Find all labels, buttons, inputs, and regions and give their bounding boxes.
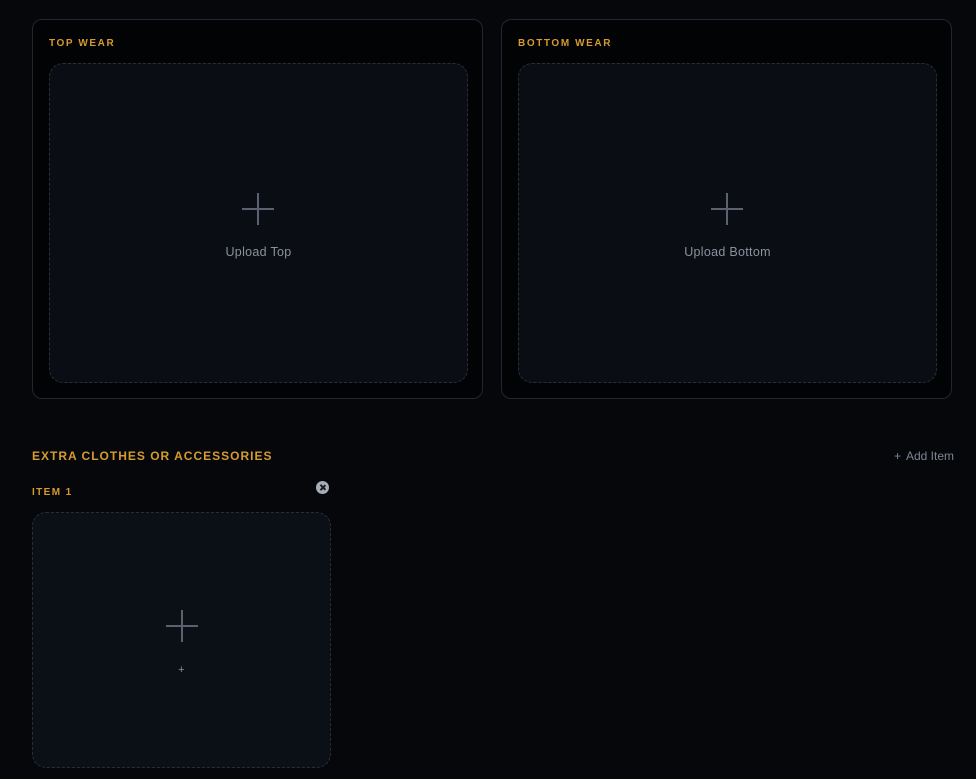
item-1-label: ITEM 1 xyxy=(32,487,73,498)
add-plus-icon: + xyxy=(893,449,901,463)
plus-icon xyxy=(166,610,198,642)
upload-item-1-dropzone[interactable]: + xyxy=(32,512,331,768)
bottom-wear-panel: BOTTOM WEAR Upload Bottom xyxy=(501,19,952,399)
plus-icon xyxy=(242,193,274,225)
plus-icon xyxy=(711,193,743,225)
add-item-button[interactable]: + Add Item xyxy=(894,449,954,463)
upload-top-dropzone[interactable]: Upload Top xyxy=(49,63,468,383)
top-wear-panel: TOP WEAR Upload Top xyxy=(32,19,483,399)
extras-section-title: EXTRA CLOTHES OR ACCESSORIES xyxy=(32,449,273,463)
upload-top-label: Upload Top xyxy=(225,245,292,259)
upload-bottom-dropzone[interactable]: Upload Bottom xyxy=(518,63,937,383)
add-item-label: Add Item xyxy=(905,449,954,463)
page: TOP WEAR Upload Top BOTTOM WEAR Upload B… xyxy=(0,0,976,779)
upload-item-1-label: + xyxy=(178,664,185,676)
close-icon xyxy=(316,481,329,494)
top-wear-title: TOP WEAR xyxy=(49,38,116,49)
bottom-wear-title: BOTTOM WEAR xyxy=(518,38,613,49)
upload-bottom-label: Upload Bottom xyxy=(684,245,771,259)
remove-item-1-button[interactable] xyxy=(316,481,329,494)
